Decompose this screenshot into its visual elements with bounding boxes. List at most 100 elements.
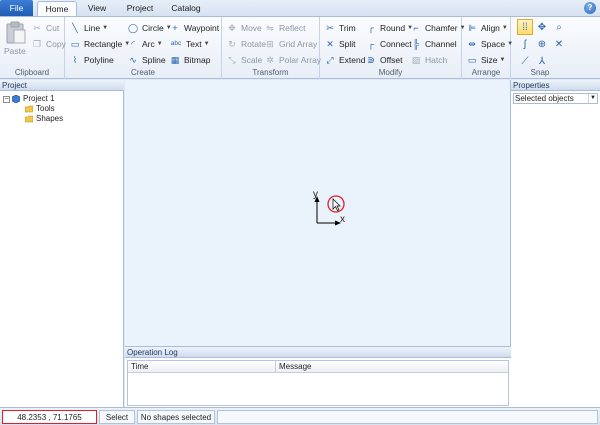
chamfer-button[interactable]: ⌐ Chamfer ▼ <box>410 21 465 35</box>
tree-node-label: Shapes <box>36 114 64 123</box>
arc-button[interactable]: ◜ Arc ▼ <box>127 37 162 51</box>
cut-button[interactable]: ✂ Cut <box>31 21 59 35</box>
selected-objects-dropdown[interactable]: Selected objects ▼ <box>513 93 598 104</box>
project-panel-title: Project <box>0 80 124 91</box>
operation-log-table[interactable]: Time Message <box>127 360 509 406</box>
grid-array-button[interactable]: ⊞ Grid Array <box>264 37 317 51</box>
clipboard-group: Paste ✂ Cut ❐ Copy Clipboard <box>0 17 66 79</box>
snap-perpendicular-button[interactable]: ⅄ <box>534 53 550 69</box>
chevron-down-icon: ▼ <box>501 25 508 31</box>
project-icon <box>12 95 20 103</box>
text-button[interactable]: abc Text ▼ <box>169 37 210 51</box>
bitmap-button[interactable]: ▦ Bitmap <box>169 53 211 67</box>
column-header-message[interactable]: Message <box>276 361 508 373</box>
arrange-group-label: Arrange <box>471 68 501 77</box>
modify-group-label: Modify <box>378 68 403 77</box>
waypoint-icon: + <box>172 23 178 33</box>
transform-group-label: Transform <box>252 68 289 77</box>
split-button[interactable]: ✕ Split <box>324 37 355 51</box>
folder-icon <box>25 105 33 113</box>
copy-button[interactable]: ❐ Copy <box>31 37 66 51</box>
create-group-label: Create <box>130 68 155 77</box>
extend-icon: ⤢ <box>326 55 334 65</box>
tree-node-project[interactable]: − Project 1 <box>3 94 55 104</box>
channel-icon: ╠ <box>412 39 420 49</box>
project-panel: Project − Project 1 Tools Shapes <box>0 80 124 407</box>
tree-node-tools[interactable]: Tools <box>25 104 55 114</box>
properties-panel-title: Properties <box>511 80 600 91</box>
tab-project[interactable]: Project <box>120 1 160 16</box>
paste-icon <box>6 21 26 44</box>
chevron-down-icon[interactable]: ▼ <box>588 94 597 103</box>
arc-icon: ◜ <box>131 39 135 49</box>
split-icon: ✕ <box>326 39 334 49</box>
extend-button[interactable]: ⤢ Extend <box>324 53 365 67</box>
scale-button[interactable]: ⤡ Scale <box>226 53 262 67</box>
snap-perpendicular-icon: ⅄ <box>538 55 546 67</box>
channel-button[interactable]: ╠ Channel <box>410 37 457 51</box>
waypoint-button[interactable]: + Waypoint <box>169 21 219 35</box>
column-header-time[interactable]: Time <box>128 361 276 373</box>
snap-endpoint-button[interactable]: ʃ <box>517 36 533 52</box>
polyline-button[interactable]: ⌇ Polyline <box>69 53 114 67</box>
folder-icon <box>25 115 33 123</box>
connect-icon: ┌ <box>367 39 375 49</box>
trim-icon: ✂ <box>326 23 334 33</box>
drawing-canvas[interactable]: y x <box>125 80 511 346</box>
tab-catalog[interactable]: Catalog <box>166 1 206 16</box>
chamfer-icon: ⌐ <box>413 23 419 33</box>
snap-tangent-icon: ⟋ <box>521 55 529 67</box>
rectangle-button[interactable]: ▭ Rectangle ▼ <box>69 37 131 51</box>
tab-home[interactable]: Home <box>37 1 77 17</box>
size-button[interactable]: ▭ Size ▼ <box>466 53 506 67</box>
help-icon[interactable]: ? <box>584 2 596 14</box>
ribbon-tab-bar: File Home View Project Catalog ? <box>0 0 600 17</box>
hatch-button[interactable]: ▨ Hatch <box>410 53 447 67</box>
text-icon: abc <box>170 40 182 47</box>
paste-label: Paste <box>4 46 26 56</box>
space-icon: ⇹ <box>468 39 476 49</box>
rotate-button[interactable]: ↻ Rotate <box>226 37 266 51</box>
move-icon: ✥ <box>228 23 236 33</box>
operation-log-title: Operation Log <box>125 347 511 358</box>
snap-tangent-button[interactable]: ⟋ <box>517 53 533 69</box>
tab-view[interactable]: View <box>82 1 112 16</box>
connect-button[interactable]: ┌ Connect <box>365 37 412 51</box>
align-button[interactable]: ⊫ Align ▼ <box>466 21 508 35</box>
snap-center-button[interactable]: ⊕ <box>534 36 550 52</box>
snap-grid-button[interactable]: ⁞⁞ <box>517 19 533 35</box>
tree-node-label: Project 1 <box>23 94 55 103</box>
scale-icon: ⤡ <box>228 55 236 65</box>
hatch-icon: ▨ <box>411 55 421 65</box>
grid-array-icon: ⊞ <box>266 39 274 49</box>
spline-button[interactable]: ∿ Spline <box>127 53 165 67</box>
trim-button[interactable]: ✂ Trim <box>324 21 355 35</box>
y-axis-label: y <box>313 189 318 200</box>
polar-array-button[interactable]: ✲ Polar Array <box>264 53 321 67</box>
move-button[interactable]: ✥ Move <box>226 21 262 35</box>
selection-status: No shapes selected <box>137 410 215 424</box>
reflect-button[interactable]: ⇋ Reflect <box>264 21 305 35</box>
snap-endpoint-icon: ʃ <box>523 38 527 50</box>
scissors-icon: ✂ <box>33 23 41 33</box>
snap-group: ⁞⁞ ✥ ⌕ ʃ ⊕ ✕ ⟋ ⅄ Snap <box>511 17 569 79</box>
status-message <box>217 410 598 424</box>
offset-button[interactable]: ⋑ Offset <box>365 53 402 67</box>
snap-intersection-button[interactable]: ✕ <box>551 36 567 52</box>
tree-node-shapes[interactable]: Shapes <box>25 114 63 124</box>
line-button[interactable]: ╲ Line ▼ <box>69 21 108 35</box>
properties-panel: Properties Selected objects ▼ <box>511 80 600 407</box>
round-icon: ╭ <box>368 23 374 33</box>
clipboard-group-label: Clipboard <box>14 68 50 77</box>
round-button[interactable]: ╭ Round ▼ <box>365 21 413 35</box>
snap-buttons: ⁞⁞ ✥ ⌕ ʃ ⊕ ✕ <box>517 19 567 52</box>
space-button[interactable]: ⇹ Space ▼ <box>466 37 513 51</box>
snap-nearest-button[interactable]: ⌕ <box>551 19 567 35</box>
circle-button[interactable]: ◯ Circle ▼ <box>127 21 172 35</box>
snap-grid-icon: ⁞⁞ <box>522 21 528 33</box>
collapse-icon[interactable]: − <box>3 95 10 103</box>
status-bar: 48.2353 , 71.1765 Select No shapes selec… <box>0 407 600 425</box>
create-group: ╲ Line ▼ ▭ Rectangle ▼ ⌇ Polyline ◯ Circle ▼ ◜ A… <box>65 17 222 79</box>
tab-file[interactable]: File <box>0 0 33 16</box>
snap-point-button[interactable]: ✥ <box>534 19 550 35</box>
